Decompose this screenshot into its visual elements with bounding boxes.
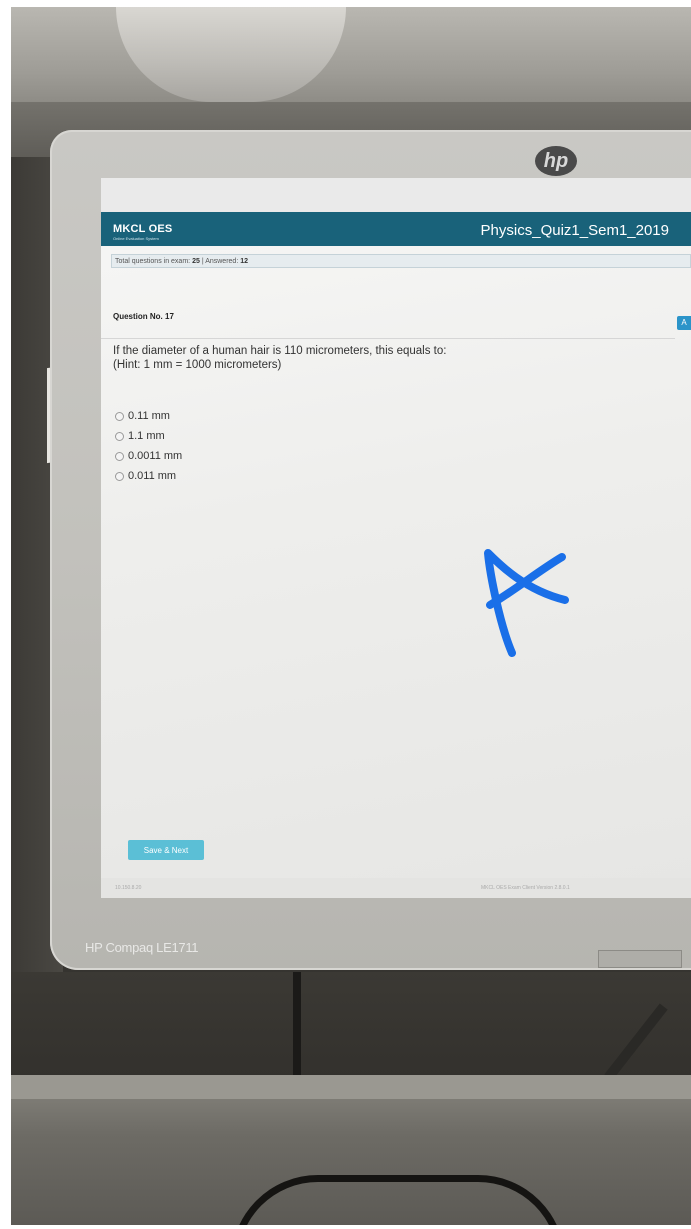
question-text-line: If the diameter of a human hair is 110 m… — [113, 345, 447, 357]
answered-value: 12 — [240, 258, 249, 265]
radio-button[interactable] — [115, 431, 124, 441]
option-label: 1.1 mm — [128, 430, 165, 442]
answer-options: 0.11 mm 1.1 mm 0.0011 mm 0.011 mm — [115, 406, 182, 486]
option-label: 0.011 mm — [128, 470, 177, 482]
app-header: MKCL OES Online Evaluation System Physic… — [101, 212, 691, 246]
radio-button[interactable] — [115, 471, 124, 481]
monitor-brand-label: HP Compaq LE1711 — [85, 940, 199, 955]
desk-cable — [231, 1175, 565, 1225]
question-text: If the diameter of a human hair is 110 m… — [113, 344, 446, 372]
radio-button[interactable] — [115, 411, 124, 421]
desk-edge — [11, 1075, 691, 1099]
handwritten-letter — [484, 549, 569, 657]
client-version: MKCL OES Exam Client Version 2.8.0.1 — [481, 885, 570, 891]
question-header-divider — [101, 338, 675, 339]
monitor-power-button[interactable] — [598, 950, 682, 968]
app-logo: MKCL OES — [113, 223, 173, 235]
exam-title: Physics_Quiz1_Sem1_2019 — [480, 222, 669, 239]
monitor-screen: MKCL OES Online Evaluation System Physic… — [101, 178, 691, 898]
option-label: 0.0011 mm — [128, 450, 183, 462]
flag-button[interactable]: A — [677, 316, 691, 330]
handwritten-annotation — [484, 549, 569, 657]
monitor-stand-area — [11, 972, 691, 1077]
hp-logo-icon: hp — [535, 146, 577, 176]
app-footer: 10.150.8.20 MKCL OES Exam Client Version… — [101, 878, 691, 898]
answer-option[interactable]: 0.11 mm — [115, 406, 182, 426]
client-ip: 10.150.8.20 — [115, 885, 142, 891]
radio-button[interactable] — [115, 451, 124, 461]
question-hint-line: (Hint: 1 mm = 1000 micrometers) — [113, 359, 282, 371]
save-next-button[interactable]: Save & Next — [128, 840, 204, 860]
total-questions-value: 25 — [192, 258, 200, 265]
ceiling — [11, 7, 691, 117]
monitor-cable — [293, 972, 301, 1077]
answer-option[interactable]: 0.011 mm — [115, 466, 182, 486]
exam-status-bar: Total questions in exam: 25 | Answered: … — [111, 254, 691, 268]
app-logo-subtitle: Online Evaluation System — [113, 236, 159, 241]
total-questions-label: Total questions in exam: — [115, 258, 191, 265]
question-number: Question No. 17 — [113, 312, 174, 321]
browser-top-strip — [101, 178, 691, 212]
answer-option[interactable]: 0.0011 mm — [115, 446, 182, 466]
answered-label: | Answered: — [201, 258, 239, 265]
option-label: 0.11 mm — [128, 410, 170, 422]
answer-option[interactable]: 1.1 mm — [115, 426, 182, 446]
